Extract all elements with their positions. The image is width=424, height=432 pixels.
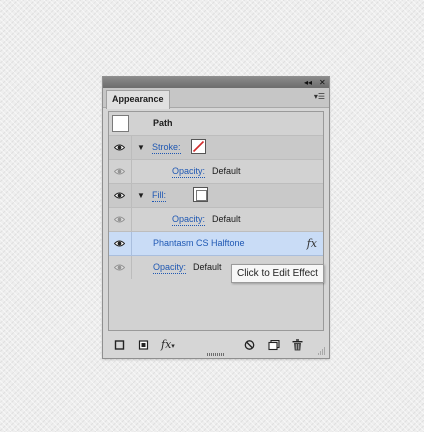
add-effect-fx-icon[interactable]: fx▾: [161, 339, 175, 351]
panel-menu-icon[interactable]: ▾☰: [314, 92, 325, 102]
fill-row[interactable]: ▼ Fill:: [109, 184, 323, 208]
path-thumbnail: [112, 115, 129, 132]
opacity-label[interactable]: Opacity:: [153, 262, 187, 274]
opacity-value: Default: [193, 262, 222, 272]
fill-visibility-toggle[interactable]: [109, 184, 132, 207]
panel-tabbar: Appearance ▾☰: [103, 88, 329, 109]
appearance-panel: ◂◂ ✕ Appearance ▾☰ Path ▼ Stroke: Opacit…: [102, 76, 330, 359]
tab-appearance[interactable]: Appearance: [106, 90, 170, 109]
eye-icon: [114, 168, 125, 175]
trash-icon[interactable]: [292, 339, 303, 351]
disclosure-triangle-icon[interactable]: ▼: [137, 191, 145, 200]
eye-icon: [114, 144, 125, 151]
eye-icon: [114, 192, 125, 199]
opacity-visibility-toggle[interactable]: [109, 256, 132, 279]
collapse-panel-button[interactable]: ◂◂: [304, 77, 312, 88]
stroke-opacity-visibility-toggle[interactable]: [109, 160, 132, 183]
fill-swatch-inner: [196, 190, 207, 201]
none-color-icon: [192, 140, 205, 153]
stroke-opacity-label[interactable]: Opacity:: [172, 166, 206, 178]
panel-titlebar[interactable]: ◂◂ ✕: [103, 77, 329, 88]
stroke-label[interactable]: Stroke:: [152, 142, 181, 154]
eye-icon: [114, 264, 125, 271]
panel-bottom-grip[interactable]: [207, 353, 225, 356]
fill-label[interactable]: Fill:: [152, 190, 166, 202]
resize-grip-icon[interactable]: [317, 345, 326, 357]
fill-swatch[interactable]: [193, 187, 208, 202]
eye-icon: [114, 240, 125, 247]
new-fill-icon[interactable]: [138, 339, 149, 351]
clear-appearance-icon[interactable]: [244, 339, 255, 351]
path-row[interactable]: Path: [109, 112, 323, 136]
stroke-row[interactable]: ▼ Stroke:: [109, 136, 323, 160]
fill-opacity-visibility-toggle[interactable]: [109, 208, 132, 231]
stroke-visibility-toggle[interactable]: [109, 136, 132, 159]
appearance-list: Path ▼ Stroke: Opacity: Default ▼ Fill: …: [108, 111, 324, 331]
effect-row[interactable]: Phantasm CS Halftone fx: [109, 232, 323, 256]
effect-visibility-toggle[interactable]: [109, 232, 132, 255]
fill-opacity-row[interactable]: Opacity: Default: [109, 208, 323, 232]
fill-opacity-label[interactable]: Opacity:: [172, 214, 206, 226]
stroke-opacity-row[interactable]: Opacity: Default: [109, 160, 323, 184]
path-label: Path: [153, 118, 173, 128]
fx-label: fx: [161, 338, 172, 351]
stroke-swatch[interactable]: [191, 139, 206, 154]
effect-label[interactable]: Phantasm CS Halftone: [153, 238, 245, 249]
duplicate-item-icon[interactable]: [268, 339, 280, 351]
fx-icon: fx: [306, 237, 317, 250]
tooltip: Click to Edit Effect: [231, 264, 324, 283]
new-stroke-icon[interactable]: [114, 339, 125, 351]
disclosure-triangle-icon[interactable]: ▼: [137, 143, 145, 152]
stroke-opacity-value: Default: [212, 166, 241, 176]
fill-opacity-value: Default: [212, 214, 241, 224]
close-panel-button[interactable]: ✕: [319, 77, 326, 88]
eye-icon: [114, 216, 125, 223]
